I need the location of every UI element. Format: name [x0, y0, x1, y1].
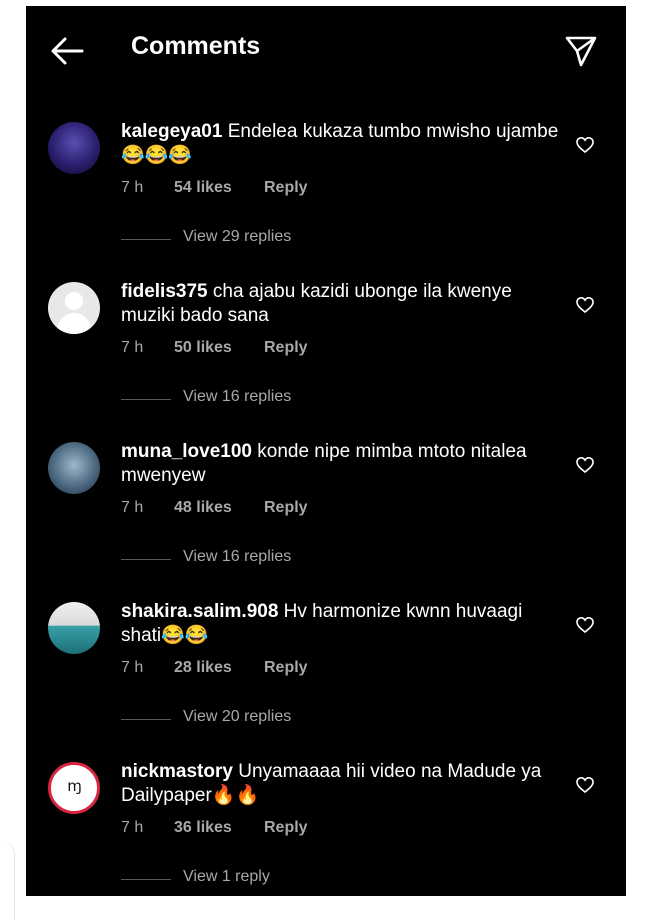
comment-time: 7 h [121, 179, 144, 196]
comment-item: shakira.salim.908 Hv harmonize kwnn huva… [26, 594, 626, 754]
comment-time: 7 h [121, 499, 144, 516]
avatar[interactable] [48, 442, 100, 494]
page-title: Comments [131, 32, 261, 60]
back-arrow-icon[interactable] [50, 36, 84, 66]
like-heart-icon[interactable] [576, 136, 594, 154]
replies-divider [121, 399, 171, 400]
view-replies-link[interactable]: View 16 replies [121, 548, 421, 570]
reply-button[interactable]: Reply [264, 339, 308, 357]
avatar[interactable] [48, 602, 100, 654]
view-replies-label[interactable]: View 29 replies [183, 228, 291, 246]
comment-username[interactable]: kalegeya01 [121, 121, 222, 142]
comment-item: kalegeya01 Endelea kukaza tumbo mwisho u… [26, 114, 626, 274]
replies-divider [121, 239, 171, 240]
comment-time: 7 h [121, 819, 144, 836]
view-replies-link[interactable]: View 1 reply [121, 868, 421, 890]
comment-likes[interactable]: 50 likes [174, 339, 232, 357]
comment-time: 7 h [121, 339, 144, 356]
comment-likes[interactable]: 48 likes [174, 499, 232, 517]
comment-username[interactable]: fidelis375 [121, 281, 208, 302]
avatar[interactable] [48, 282, 100, 334]
avatar[interactable]: ɱ [48, 762, 100, 814]
like-heart-icon[interactable] [576, 456, 594, 474]
comment-text: shakira.salim.908 Hv harmonize kwnn huva… [121, 600, 561, 648]
replies-divider [121, 879, 171, 880]
comment-time: 7 h [121, 659, 144, 676]
view-replies-label[interactable]: View 16 replies [183, 388, 291, 406]
comment-item: muna_love100 konde nipe mimba mtoto nita… [26, 434, 626, 594]
replies-divider [121, 559, 171, 560]
comment-username[interactable]: muna_love100 [121, 441, 252, 462]
reply-button[interactable]: Reply [264, 179, 308, 197]
like-heart-icon[interactable] [576, 776, 594, 794]
view-replies-link[interactable]: View 29 replies [121, 228, 421, 250]
comment-likes[interactable]: 36 likes [174, 819, 232, 837]
comment-text: nickmastory Unyamaaaa hii video na Madud… [121, 760, 561, 808]
comment-username[interactable]: nickmastory [121, 761, 233, 782]
view-replies-link[interactable]: View 20 replies [121, 708, 421, 730]
comments-screen: Comments kalegeya01 Endelea kukaza tumbo… [26, 6, 626, 896]
comment-likes[interactable]: 54 likes [174, 179, 232, 197]
view-replies-label[interactable]: View 1 reply [183, 868, 270, 886]
send-icon[interactable] [564, 34, 598, 68]
view-replies-link[interactable]: View 16 replies [121, 388, 421, 410]
page-corner-decoration [0, 840, 15, 920]
like-heart-icon[interactable] [576, 296, 594, 314]
comment-username[interactable]: shakira.salim.908 [121, 601, 278, 622]
reply-button[interactable]: Reply [264, 819, 308, 837]
like-heart-icon[interactable] [576, 616, 594, 634]
view-replies-label[interactable]: View 20 replies [183, 708, 291, 726]
default-avatar-head [65, 292, 83, 310]
comment-likes[interactable]: 28 likes [174, 659, 232, 677]
comment-text: kalegeya01 Endelea kukaza tumbo mwisho u… [121, 120, 561, 168]
comment-text: muna_love100 konde nipe mimba mtoto nita… [121, 440, 561, 488]
comment-item: fidelis375 cha ajabu kazidi ubonge ila k… [26, 274, 626, 434]
avatar-logo: ɱ [67, 777, 82, 795]
default-avatar-body [57, 313, 91, 334]
reply-button[interactable]: Reply [264, 659, 308, 677]
comment-item: ɱ nickmastory Unyamaaaa hii video na Mad… [26, 754, 626, 896]
replies-divider [121, 719, 171, 720]
comment-text: fidelis375 cha ajabu kazidi ubonge ila k… [121, 280, 561, 328]
header: Comments [26, 6, 626, 86]
reply-button[interactable]: Reply [264, 499, 308, 517]
avatar[interactable] [48, 122, 100, 174]
view-replies-label[interactable]: View 16 replies [183, 548, 291, 566]
